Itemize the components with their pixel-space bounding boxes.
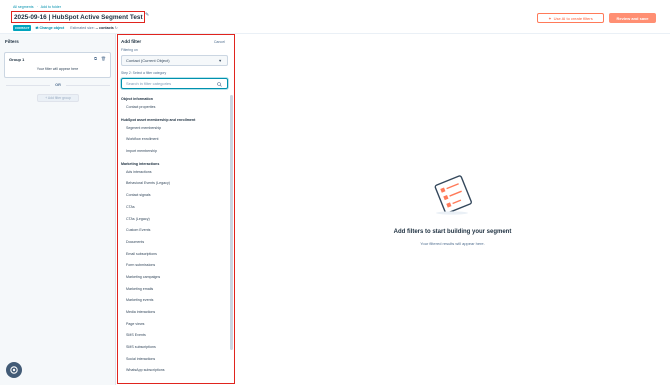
- divider: [66, 85, 110, 86]
- empty-state-title: Add filters to start building your segme…: [393, 229, 512, 235]
- object-select-value: Contact (Current Object): [126, 58, 170, 63]
- add-filter-title: Add filter: [121, 39, 142, 44]
- estimated-size-value: -- contacts: [95, 26, 114, 30]
- category-list-item[interactable]: Workflow enrollment: [121, 134, 229, 146]
- segment-meta: CONTACT ⇄ Change object Estimated size: …: [13, 25, 118, 31]
- filtering-on-label: Filtering on: [121, 48, 138, 52]
- filters-heading: Filters: [5, 39, 19, 44]
- segment-title[interactable]: 2025-09-16 | HubSpot Active Segment Test: [14, 14, 143, 21]
- group-title: Group 1: [9, 57, 25, 62]
- change-object-label: Change object: [39, 26, 65, 30]
- review-and-save-button[interactable]: Review and save: [609, 13, 656, 23]
- category-list-scrollbar[interactable]: [230, 95, 233, 350]
- delete-icon[interactable]: 🗑: [101, 56, 106, 61]
- category-list-item[interactable]: Documents: [121, 237, 229, 249]
- caret-down-icon: ▼: [218, 59, 222, 63]
- empty-state-subtitle: Your filtered results will appear here.: [420, 241, 485, 246]
- use-ai-button[interactable]: ✦ Use AI to create filters: [537, 13, 604, 23]
- category-list-item[interactable]: SMS subscriptions: [121, 342, 229, 354]
- category-list-item[interactable]: Import membership: [121, 146, 229, 158]
- breadcrumb-separator: ·: [36, 5, 38, 9]
- clone-icon[interactable]: ⧉: [94, 56, 97, 61]
- category-list-item[interactable]: CTAs (Legacy): [121, 214, 229, 226]
- search-icon: [217, 82, 222, 87]
- category-list-item[interactable]: CTAs: [121, 202, 229, 214]
- refresh-icon[interactable]: ↻: [115, 26, 118, 30]
- sparkle-icon: ✦: [548, 15, 552, 21]
- category-list-item[interactable]: Marketing events: [121, 295, 229, 307]
- category-list: Object information Contact properties HubS…: [121, 93, 229, 383]
- category-list-item[interactable]: Contact properties: [121, 102, 229, 114]
- category-list-item[interactable]: Social interactions: [121, 354, 229, 366]
- breadcrumb: All segments · Add to folder: [13, 5, 63, 9]
- category-list-item[interactable]: Form submissions: [121, 260, 229, 272]
- filter-group-card: Group 1 ⧉ 🗑 Your filter will appear here: [4, 52, 111, 78]
- filters-sidebar: Filters Group 1 ⧉ 🗑 Your filter will app…: [0, 34, 116, 385]
- category-list-item[interactable]: Marketing campaigns: [121, 272, 229, 284]
- category-list-item[interactable]: Media interactions: [121, 307, 229, 319]
- use-ai-label: Use AI to create filters: [553, 15, 593, 21]
- help-button[interactable]: [6, 362, 22, 378]
- page-header: All segments · Add to folder 2025-09-16 …: [0, 0, 670, 34]
- group-empty-text: Your filter will appear here: [36, 67, 79, 71]
- category-list-item[interactable]: SMS Events: [121, 330, 229, 342]
- category-list-item[interactable]: Marketing emails: [121, 284, 229, 296]
- help-icon: [10, 366, 18, 374]
- category-list-item[interactable]: WhatsApp subscriptions: [121, 365, 229, 377]
- add-filter-group-button[interactable]: + Add filter group: [37, 94, 79, 102]
- category-search-box[interactable]: [121, 78, 228, 89]
- breadcrumb-all-segments[interactable]: All segments: [13, 5, 34, 9]
- estimated-size: Estimated size: -- contacts ↻: [70, 26, 118, 30]
- change-object-link[interactable]: ⇄ Change object: [35, 26, 64, 30]
- category-search-input[interactable]: [126, 81, 216, 86]
- group-actions: ⧉ 🗑: [94, 56, 106, 61]
- category-list-item[interactable]: Segment membership: [121, 123, 229, 135]
- add-to-folder-link[interactable]: Add to folder: [41, 5, 61, 9]
- category-list-item[interactable]: Ads interactions: [121, 167, 229, 179]
- segment-illustration-icon: [434, 175, 472, 215]
- category-list-item[interactable]: Contact signals: [121, 190, 229, 202]
- category-list-item[interactable]: Behavioral Events (Legacy): [121, 178, 229, 190]
- step-label: Step 2: Select a filter category: [121, 71, 167, 75]
- category-list-item[interactable]: Email subscriptions: [121, 249, 229, 261]
- edit-pencil-icon[interactable]: ✎: [145, 12, 149, 18]
- estimated-size-label: Estimated size:: [70, 26, 95, 30]
- category-list-item[interactable]: Page views: [121, 319, 229, 331]
- segment-title-box[interactable]: 2025-09-16 | HubSpot Active Segment Test: [11, 11, 145, 23]
- add-filter-panel: Add filter Cancel Filtering on Contact (…: [117, 34, 235, 384]
- category-list-item[interactable]: Custom Events: [121, 225, 229, 237]
- cancel-button[interactable]: Cancel: [214, 40, 225, 44]
- object-select[interactable]: Contact (Current Object) ▼: [121, 55, 228, 66]
- object-type-badge: CONTACT: [13, 25, 32, 31]
